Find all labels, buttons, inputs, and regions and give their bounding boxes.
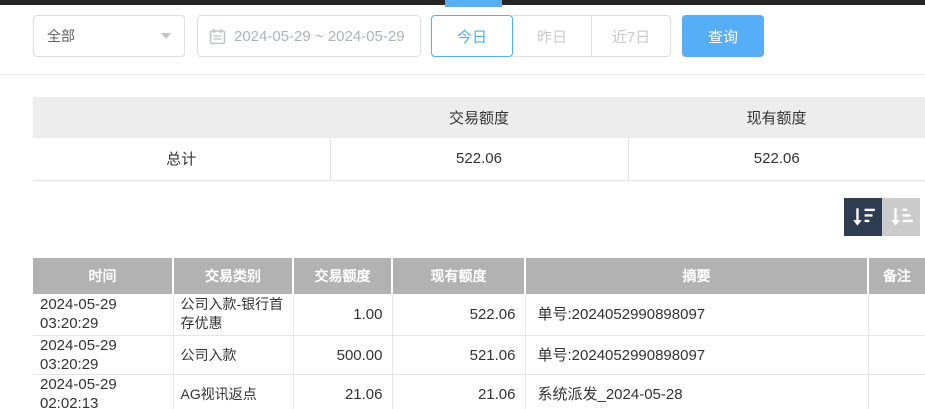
cell-type: 公司入款	[173, 336, 293, 375]
sort-descending-icon	[848, 202, 878, 232]
sort-descending-button[interactable]	[844, 198, 882, 236]
col-header-type: 交易类别	[173, 258, 293, 294]
date-range-input[interactable]: 2024-05-29 ~ 2024-05-29	[197, 15, 421, 57]
summary-header-current-amount: 现有额度	[628, 97, 925, 138]
cell-summary: 单号:2024052990898097	[525, 294, 868, 336]
sort-ascending-button[interactable]	[882, 198, 920, 236]
sort-ascending-icon	[886, 202, 916, 232]
toolbar-divider	[0, 74, 925, 75]
filter-toolbar: 全部 2024-05-29 ~ 2024-05-29 今日 昨日 近7日 查询	[33, 15, 925, 57]
chevron-down-icon	[161, 33, 171, 39]
search-button[interactable]: 查询	[682, 15, 764, 57]
cell-time: 2024-05-29 03:20:29	[33, 294, 173, 336]
filter-select-value: 全部	[47, 26, 75, 46]
cell-balance: 21.06	[392, 375, 525, 409]
table-row: 2024-05-29 03:20:29 公司入款-银行首存优惠 1.00 522…	[33, 294, 925, 336]
table-row: 2024-05-29 02:02:13 AG视讯返点 21.06 21.06 系…	[33, 375, 925, 409]
summary-current-amount: 522.06	[628, 138, 925, 180]
cell-summary: 单号:2024052990898097	[525, 336, 868, 375]
summary-header-row: 交易额度 现有额度	[33, 97, 925, 138]
transactions-header-row: 时间 交易类别 交易额度 现有额度 摘要 备注	[33, 258, 925, 294]
top-bar	[0, 0, 925, 5]
cell-balance: 522.06	[392, 294, 525, 336]
col-header-balance: 现有额度	[392, 258, 525, 294]
yesterday-button[interactable]: 昨日	[513, 15, 592, 57]
cell-type: AG视讯返点	[173, 375, 293, 409]
cell-remark	[868, 294, 925, 336]
col-header-amount: 交易额度	[293, 258, 392, 294]
filter-select[interactable]: 全部	[33, 15, 185, 57]
cell-amount: 1.00	[293, 294, 392, 336]
last7days-button[interactable]: 近7日	[592, 15, 671, 57]
cell-balance: 521.06	[392, 336, 525, 375]
col-header-remark: 备注	[868, 258, 925, 294]
cell-summary: 系统派发_2024-05-28	[525, 375, 868, 409]
cell-type: 公司入款-银行首存优惠	[173, 294, 293, 336]
today-button[interactable]: 今日	[431, 15, 513, 57]
cell-time: 2024-05-29 02:02:13	[33, 375, 173, 409]
summary-header-transaction-amount: 交易额度	[330, 97, 628, 138]
main-content: 交易额度 现有额度 总计 522.06 522.06	[0, 97, 925, 409]
summary-table: 交易额度 现有额度 总计 522.06 522.06	[33, 97, 925, 181]
quick-range-button-group: 今日 昨日 近7日	[431, 15, 671, 57]
cell-time: 2024-05-29 03:20:29	[33, 336, 173, 375]
col-header-time: 时间	[33, 258, 173, 294]
calendar-icon	[209, 28, 226, 45]
date-range-value: 2024-05-29 ~ 2024-05-29	[234, 28, 405, 45]
cell-remark	[868, 375, 925, 409]
summary-header-empty	[33, 97, 330, 138]
cell-remark	[868, 336, 925, 375]
col-header-summary: 摘要	[525, 258, 868, 294]
active-tab-indicator	[445, 0, 502, 7]
transactions-table: 时间 交易类别 交易额度 现有额度 摘要 备注 2024-05-29 03:20…	[33, 258, 925, 409]
cell-amount: 21.06	[293, 375, 392, 409]
sort-controls	[33, 198, 925, 236]
cell-amount: 500.00	[293, 336, 392, 375]
summary-total-row: 总计 522.06 522.06	[33, 138, 925, 180]
summary-total-label: 总计	[33, 138, 330, 180]
table-row: 2024-05-29 03:20:29 公司入款 500.00 521.06 单…	[33, 336, 925, 375]
summary-transaction-amount: 522.06	[330, 138, 628, 180]
